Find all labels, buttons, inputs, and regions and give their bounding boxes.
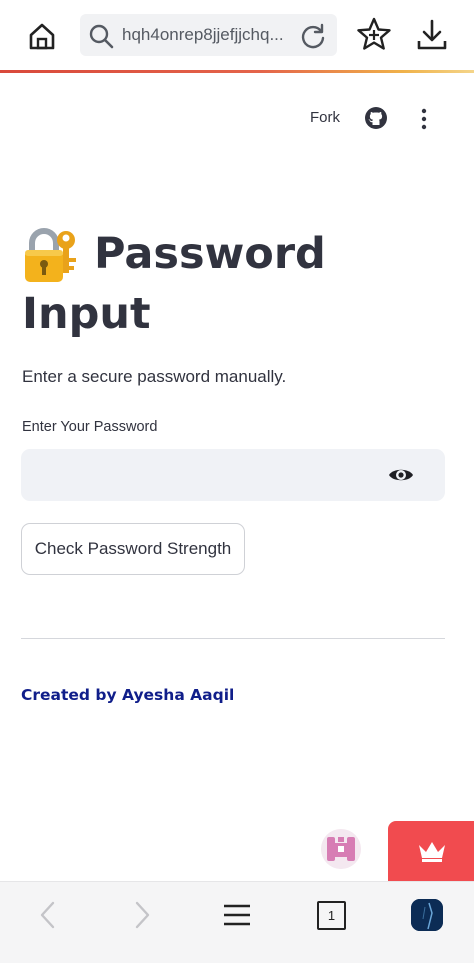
forward-icon[interactable] [128, 900, 156, 930]
system-gesture-bar [0, 948, 474, 963]
reload-icon[interactable] [299, 22, 327, 50]
eye-icon[interactable] [387, 463, 415, 487]
page-subtitle: Enter a secure password manually. [22, 367, 287, 386]
back-icon[interactable] [34, 900, 62, 930]
check-password-strength-button[interactable]: Check Password Strength [21, 523, 245, 575]
search-icon [89, 24, 114, 49]
premium-tab[interactable] [388, 821, 474, 881]
menu-icon[interactable] [222, 901, 252, 929]
page: hqh4onrep8jjefjjchq... Fork Password Inp… [0, 0, 474, 963]
crown-icon [419, 842, 445, 862]
title-text-line2: Input [22, 289, 151, 339]
more-vertical-icon[interactable] [417, 107, 431, 131]
home-icon[interactable] [22, 16, 62, 56]
password-label: Enter Your Password [22, 419, 158, 435]
profile-avatar[interactable] [411, 899, 443, 931]
fork-link[interactable]: Fork [310, 109, 340, 126]
title-text-line1: Password [94, 229, 326, 279]
divider [21, 638, 445, 639]
download-icon[interactable] [412, 15, 452, 55]
avatar-image [411, 899, 443, 931]
bot-badge-icon[interactable] [321, 829, 361, 869]
address-bar[interactable]: hqh4onrep8jjefjjchq... [80, 14, 337, 56]
password-field[interactable] [21, 449, 445, 501]
url-text[interactable]: hqh4onrep8jjefjjchq... [122, 25, 297, 45]
lock-with-key-icon [25, 228, 76, 282]
author-credit: Created by Ayesha Aaqil [21, 686, 235, 704]
bottom-navigation: 1 [0, 881, 474, 948]
github-icon[interactable] [364, 106, 388, 130]
page-load-progress [0, 70, 474, 73]
star-add-icon[interactable] [354, 15, 394, 55]
password-input[interactable] [35, 449, 375, 501]
tabs-icon[interactable]: 1 [317, 901, 346, 930]
browser-toolbar: hqh4onrep8jjefjjchq... [0, 0, 474, 70]
